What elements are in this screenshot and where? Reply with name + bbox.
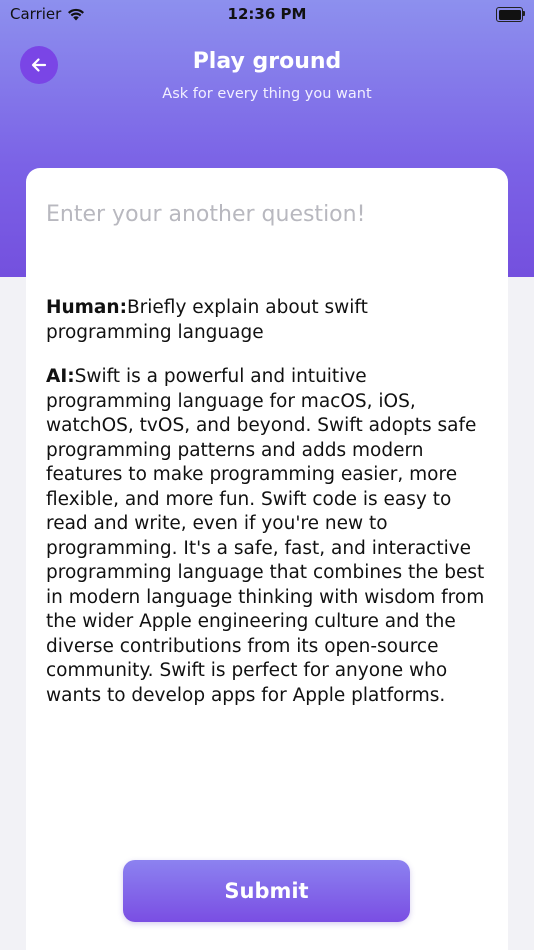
battery-icon (496, 7, 525, 22)
submit-button[interactable]: Submit (123, 860, 410, 922)
page-subtitle: Ask for every thing you want (162, 86, 372, 102)
message-human: Human:Briefly explain about swift progra… (46, 296, 486, 345)
conversation: Human:Briefly explain about swift progra… (46, 296, 486, 728)
content-card: Human:Briefly explain about swift progra… (26, 168, 508, 950)
submit-label: Submit (224, 879, 309, 903)
status-bar: Carrier 12:36 PM (0, 0, 534, 28)
speaker-label-human: Human: (46, 297, 127, 318)
clock: 12:36 PM (227, 5, 307, 23)
message-ai: AI:Swift is a powerful and intuitive pro… (46, 365, 486, 708)
page-title: Play ground (192, 49, 342, 74)
message-text-ai: Swift is a powerful and intuitive progra… (46, 366, 485, 706)
question-input[interactable] (46, 202, 486, 227)
speaker-label-ai: AI: (46, 366, 75, 387)
